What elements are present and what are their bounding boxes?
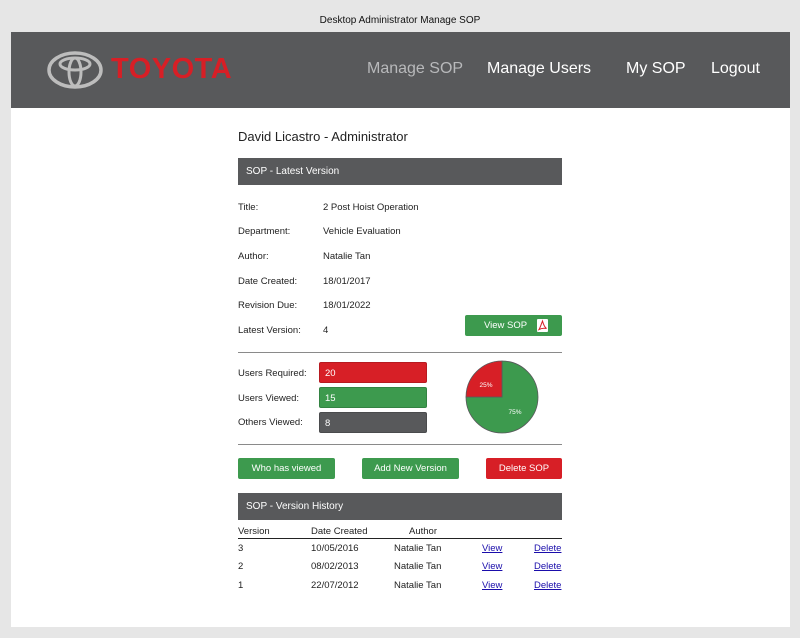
pdf-icon	[537, 319, 548, 332]
row-author: Natalie Tan	[394, 580, 442, 591]
pie-label-red: 25%	[479, 382, 492, 389]
toyota-emblem-icon	[47, 51, 103, 89]
view-link[interactable]: View	[482, 561, 502, 572]
latest-version-header: SOP - Latest Version	[238, 158, 562, 185]
row-author: Natalie Tan	[394, 561, 442, 572]
delete-sop-button[interactable]: Delete SOP	[486, 458, 562, 479]
add-new-version-button[interactable]: Add New Version	[362, 458, 459, 479]
column-header-version: Version	[238, 526, 270, 537]
row-author: Natalie Tan	[394, 543, 442, 554]
version-history-header: SOP - Version History	[238, 493, 562, 520]
users-viewed-label: Users Viewed:	[238, 393, 300, 404]
pie-slice-remaining	[465, 360, 503, 398]
nav-manage-users[interactable]: Manage Users	[487, 60, 591, 78]
view-link[interactable]: View	[482, 543, 502, 554]
author-value: Natalie Tan	[323, 251, 371, 262]
latest-version-label: Latest Version:	[238, 325, 301, 336]
app-frame: TOYOTA Manage SOP Manage Users My SOP Lo…	[11, 32, 790, 627]
column-header-author: Author	[409, 526, 437, 537]
divider	[238, 444, 562, 445]
pie-label-green: 75%	[508, 409, 521, 416]
row-date: 10/05/2016	[311, 543, 359, 554]
view-link[interactable]: View	[482, 580, 502, 591]
users-viewed-value: 15	[319, 387, 427, 408]
nav-my-sop[interactable]: My SOP	[626, 60, 686, 78]
row-version: 2	[238, 561, 244, 572]
viewed-pie-chart: 25% 75%	[465, 360, 539, 434]
row-date: 08/02/2013	[311, 561, 359, 572]
top-navbar: TOYOTA Manage SOP Manage Users My SOP Lo…	[11, 32, 790, 108]
date-created-value: 18/01/2017	[323, 276, 371, 287]
users-required-value: 20	[319, 362, 427, 383]
delete-link[interactable]: Delete	[534, 561, 561, 572]
author-label: Author:	[238, 251, 269, 262]
delete-link[interactable]: Delete	[534, 580, 561, 591]
toyota-logo[interactable]: TOYOTA	[46, 50, 256, 90]
nav-logout[interactable]: Logout	[711, 60, 760, 78]
title-label: Title:	[238, 202, 259, 213]
others-viewed-value: 8	[319, 412, 427, 433]
brand-name: TOYOTA	[111, 53, 233, 85]
latest-version-value: 4	[323, 325, 329, 336]
revision-due-label: Revision Due:	[238, 300, 298, 311]
page-title: David Licastro - Administrator	[238, 129, 408, 144]
nav-manage-sop[interactable]: Manage SOP	[367, 60, 463, 78]
table-header-divider	[238, 538, 562, 539]
others-viewed-label: Others Viewed:	[238, 417, 303, 428]
department-label: Department:	[238, 226, 291, 237]
row-date: 22/07/2012	[311, 580, 359, 591]
column-header-date: Date Created	[311, 526, 368, 537]
department-value: Vehicle Evaluation	[323, 226, 401, 237]
row-version: 3	[238, 543, 244, 554]
date-created-label: Date Created:	[238, 276, 298, 287]
who-has-viewed-button[interactable]: Who has viewed	[238, 458, 335, 479]
divider	[238, 352, 562, 353]
view-sop-button[interactable]: View SOP	[465, 315, 562, 336]
title-value: 2 Post Hoist Operation	[323, 202, 419, 213]
window-caption: Desktop Administrator Manage SOP	[319, 15, 481, 26]
view-sop-label: View SOP	[484, 320, 528, 331]
delete-link[interactable]: Delete	[534, 543, 561, 554]
row-version: 1	[238, 580, 244, 591]
revision-due-value: 18/01/2022	[323, 300, 371, 311]
users-required-label: Users Required:	[238, 368, 307, 379]
